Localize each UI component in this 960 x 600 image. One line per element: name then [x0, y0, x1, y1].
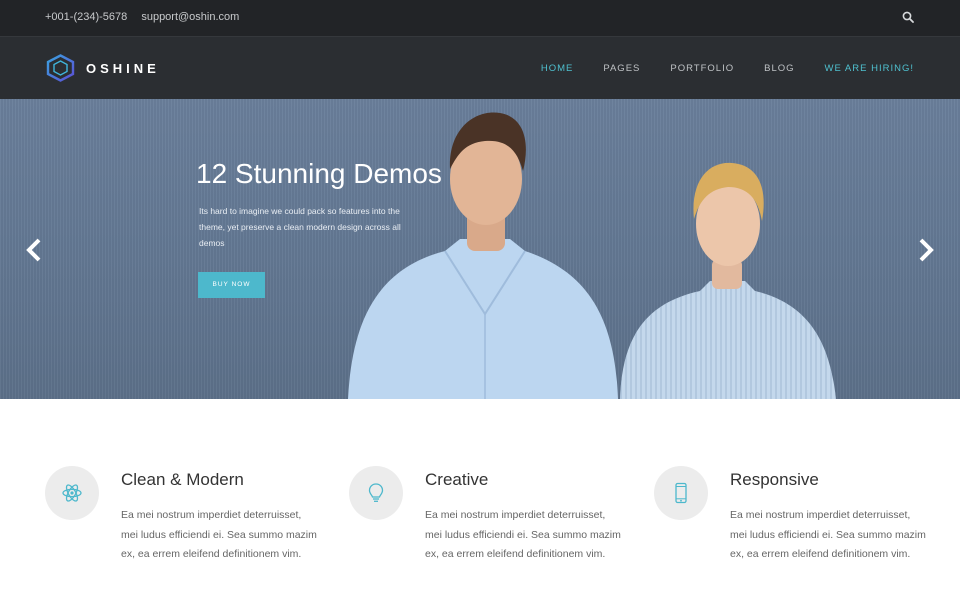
phone-number: +001-(234)-5678	[45, 11, 128, 23]
atom-icon	[62, 484, 82, 502]
hero-title: 12 Stunning Demos	[196, 158, 442, 189]
hexagon-logo-icon	[46, 54, 75, 82]
site-logo[interactable]: OSHINE	[45, 54, 160, 82]
contact-info: +001-(234)-5678 support@oshin.com	[45, 11, 250, 23]
feature-title: Creative	[425, 470, 489, 489]
main-header: OSHINE HOME PAGES PORTFOLIO BLOG WE ARE …	[0, 36, 960, 99]
slider-next-arrow-icon[interactable]	[916, 237, 936, 263]
nav-pages[interactable]: PAGES	[603, 63, 640, 74]
feature-text: Ea mei nostrum imperdiet deterruisset, m…	[730, 509, 926, 560]
hero-description: Its hard to imagine we could pack so fea…	[199, 206, 401, 248]
feature-title: Clean & Modern	[121, 470, 244, 489]
nav-blog[interactable]: BLOG	[764, 63, 794, 74]
feature-text: Ea mei nostrum imperdiet deterruisset, m…	[425, 509, 621, 560]
feature-icon-circle	[349, 466, 403, 520]
feature-icon-circle	[654, 466, 708, 520]
email-address[interactable]: support@oshin.com	[141, 11, 239, 23]
logo-text: OSHINE	[86, 60, 160, 76]
feature-text: Ea mei nostrum imperdiet deterruisset, m…	[121, 509, 317, 560]
slider-prev-arrow-icon[interactable]	[24, 237, 44, 263]
nav-home[interactable]: HOME	[541, 63, 574, 74]
buy-now-button[interactable]: BUY NOW	[198, 272, 265, 298]
hero-slider: 12 Stunning Demos Its hard to imagine we…	[0, 99, 960, 399]
feature-icon-circle	[45, 466, 99, 520]
mobile-icon	[675, 482, 687, 504]
top-bar: +001-(234)-5678 support@oshin.com	[0, 0, 960, 36]
feature-title: Responsive	[730, 470, 819, 489]
lightbulb-icon	[368, 483, 384, 502]
main-nav: HOME PAGES PORTFOLIO BLOG WE ARE HIRING!	[511, 63, 914, 74]
nav-hiring[interactable]: WE ARE HIRING!	[825, 63, 914, 74]
nav-portfolio[interactable]: PORTFOLIO	[670, 63, 734, 74]
search-icon[interactable]	[902, 11, 914, 23]
